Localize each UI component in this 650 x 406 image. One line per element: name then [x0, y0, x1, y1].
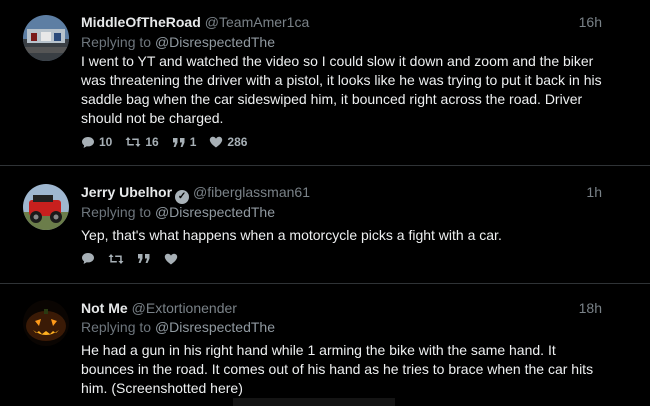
quote-count: 1 [189, 135, 197, 149]
tweet-header: Not Me @Extortionender 18h [81, 299, 602, 317]
retweet-arrows-icon [125, 136, 141, 148]
quote-button[interactable] [137, 253, 151, 264]
reply-button[interactable]: 10 [81, 135, 112, 149]
replying-to-label: Replying to [81, 319, 155, 335]
reply-button[interactable] [81, 252, 95, 265]
embedded-media-edge [233, 398, 395, 406]
retweet-count: 16 [145, 135, 159, 149]
quote-button[interactable]: 1 [172, 135, 197, 149]
replying-to-label: Replying to [81, 204, 155, 220]
quote-marks-icon [137, 253, 151, 264]
reply-mention-link[interactable]: @DisrespectedThe [155, 319, 275, 335]
speech-bubble-icon [81, 136, 95, 149]
retweet-button[interactable] [108, 253, 124, 265]
tweet[interactable]: MiddleOfTheRoad @TeamAmer1ca 16h Replying… [0, 0, 650, 166]
timestamp[interactable]: 16h [579, 13, 602, 31]
avatar[interactable] [23, 300, 69, 346]
reply-count: 10 [99, 135, 113, 149]
replying-to: Replying to @DisrespectedThe [81, 33, 275, 51]
user-handle[interactable]: @TeamAmer1ca [205, 14, 309, 30]
avatar[interactable] [23, 184, 69, 230]
replying-to: Replying to @DisrespectedThe [81, 318, 275, 336]
tweet[interactable]: Jerry Ubelhor ✓ @fiberglassman61 1h Replyi… [0, 167, 650, 284]
tweet-actions: 10 16 1 286 [81, 135, 260, 149]
speech-bubble-icon [81, 252, 95, 265]
like-button[interactable] [164, 253, 178, 265]
reply-mention-link[interactable]: @DisrespectedThe [155, 34, 275, 50]
tweet[interactable]: Not Me @Extortionender 18h Replying to @D… [0, 285, 650, 406]
tweet-text: I went to YT and watched the video so I … [81, 53, 602, 126]
heart-icon [209, 136, 223, 148]
avatar[interactable] [23, 15, 69, 61]
timestamp[interactable]: 18h [579, 299, 602, 317]
heart-icon [164, 253, 178, 265]
display-name[interactable]: MiddleOfTheRoad [81, 14, 201, 30]
like-button[interactable]: 286 [209, 135, 247, 149]
retweet-arrows-icon [108, 253, 124, 265]
user-handle[interactable]: @Extortionender [132, 300, 237, 316]
display-name[interactable]: Jerry Ubelhor [81, 184, 172, 200]
tweet-text: He had a gun in his right hand while 1 a… [81, 342, 594, 396]
tweet-header: MiddleOfTheRoad @TeamAmer1ca 16h [81, 13, 602, 31]
quote-marks-icon [172, 137, 186, 148]
tweet-header: Jerry Ubelhor ✓ @fiberglassman61 1h [81, 183, 602, 204]
replying-to-label: Replying to [81, 34, 155, 50]
replying-to: Replying to @DisrespectedThe [81, 203, 275, 221]
verified-check-icon: ✓ [175, 190, 190, 204]
retweet-button[interactable]: 16 [125, 135, 159, 149]
display-name[interactable]: Not Me [81, 300, 128, 316]
timestamp[interactable]: 1h [586, 183, 602, 201]
tweet-text: Yep, that's what happens when a motorcyc… [81, 227, 502, 243]
reply-feed: MiddleOfTheRoad @TeamAmer1ca 16h Replying… [0, 0, 650, 406]
user-handle[interactable]: @fiberglassman61 [193, 184, 310, 200]
like-count: 286 [227, 135, 248, 149]
reply-mention-link[interactable]: @DisrespectedThe [155, 204, 275, 220]
tweet-actions [81, 252, 191, 265]
